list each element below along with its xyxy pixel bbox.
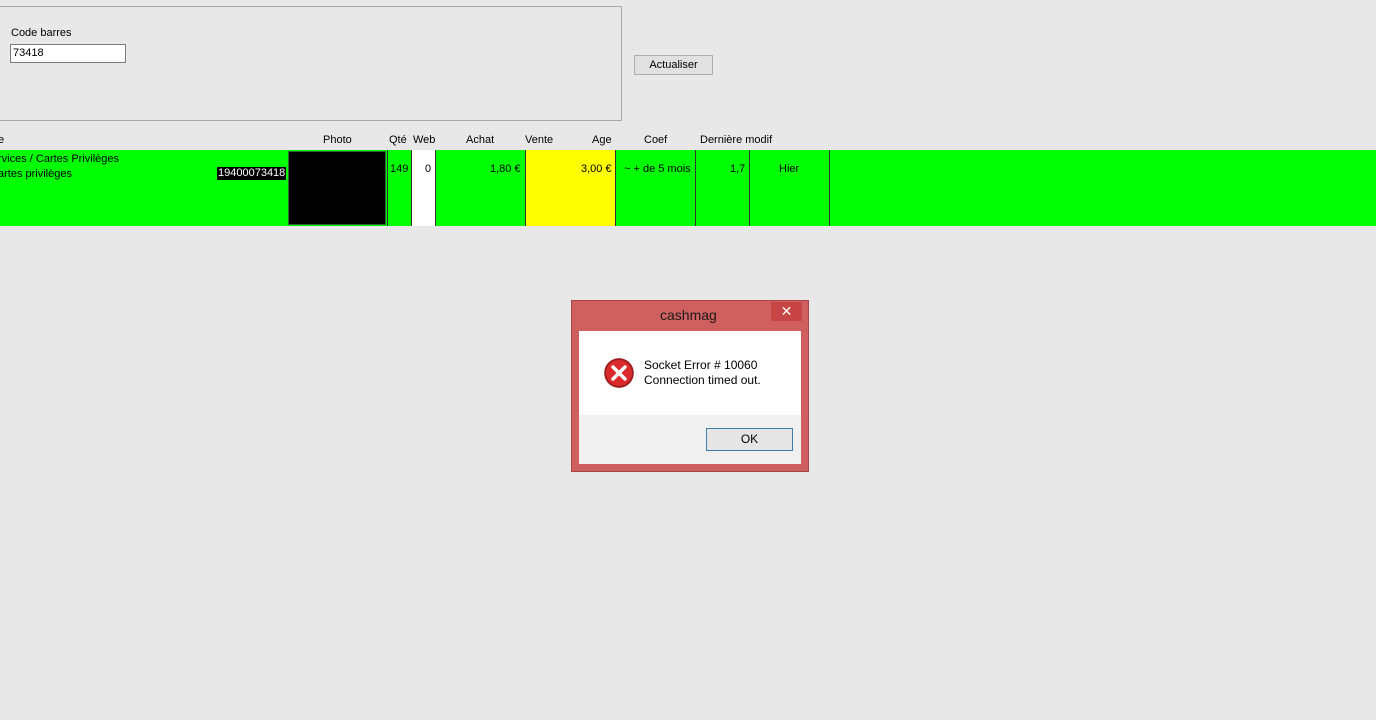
row-vente: 3,00 €	[581, 163, 612, 175]
column-divider	[387, 150, 388, 226]
header-age[interactable]: Age	[592, 134, 612, 146]
row-web: 0	[425, 163, 432, 175]
actualiser-button[interactable]: Actualiser	[634, 55, 713, 75]
row-category-line1: rvices / Cartes Privilèges	[0, 153, 120, 165]
table-row[interactable]	[0, 150, 1376, 226]
error-message-line1: Socket Error # 10060	[644, 358, 758, 372]
column-divider	[749, 150, 750, 226]
header-coef[interactable]: Coef	[644, 134, 667, 146]
code-barres-input[interactable]: 73418	[10, 44, 126, 63]
header-designation[interactable]: e	[0, 134, 4, 146]
dialog-title: cashmag	[660, 307, 717, 323]
header-vente[interactable]: Vente	[525, 134, 553, 146]
header-derniere-modif[interactable]: Dernière modif	[700, 134, 772, 146]
row-barcode: 19400073418	[217, 167, 287, 180]
error-icon	[603, 357, 635, 389]
row-achat: 1,80 €	[490, 163, 521, 175]
header-qte[interactable]: Qté	[389, 134, 407, 146]
row-derniere-modif: Hier	[779, 163, 800, 175]
row-photo-thumbnail[interactable]	[288, 151, 386, 225]
close-button[interactable]: ✕	[771, 302, 802, 321]
row-age: ~ + de 5 mois	[624, 163, 691, 175]
error-message-line2: Connection timed out.	[644, 373, 761, 387]
row-vente-cell	[525, 150, 616, 226]
header-web[interactable]: Web	[413, 134, 435, 146]
code-barres-label: Code barres	[11, 27, 72, 39]
header-achat[interactable]: Achat	[466, 134, 494, 146]
ok-button[interactable]: OK	[706, 428, 793, 451]
column-divider	[829, 150, 830, 226]
row-category-line2: artes privilèges	[0, 168, 72, 180]
row-web-cell	[411, 150, 436, 226]
search-group-box	[0, 6, 622, 121]
row-qte: 149	[390, 163, 409, 175]
header-photo[interactable]: Photo	[323, 134, 352, 146]
row-coef: 1,7	[730, 163, 746, 175]
close-icon: ✕	[780, 303, 793, 319]
column-divider	[695, 150, 696, 226]
